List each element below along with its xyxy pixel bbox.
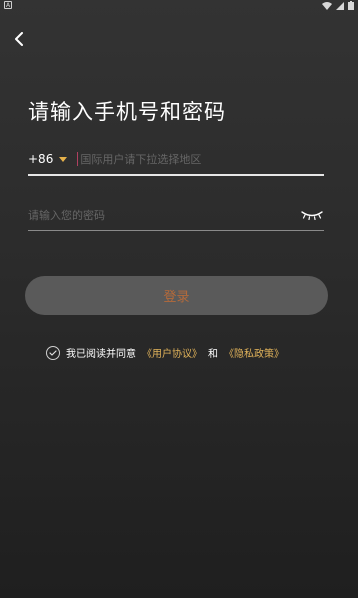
login-button[interactable]: 登录 <box>25 276 328 315</box>
page-title: 请输入手机号和密码 <box>28 100 226 124</box>
checkmark-icon <box>49 349 57 356</box>
caret-down-icon <box>59 156 68 162</box>
privacy-policy-link[interactable]: 《隐私政策》 <box>224 345 284 360</box>
battery-icon <box>348 1 354 10</box>
status-icons <box>322 1 354 10</box>
agreement-checkbox[interactable] <box>46 345 60 360</box>
country-code-selector[interactable]: +86 <box>28 152 77 166</box>
chevron-left-icon <box>15 32 23 46</box>
agreement-conjunction: 和 <box>208 349 218 360</box>
status-notification-badge: A <box>4 1 12 9</box>
back-button[interactable] <box>8 28 30 50</box>
status-bar: A <box>0 0 358 12</box>
agreement-row: 我已阅读并同意 《用户协议》 和 《隐私政策》 <box>46 345 284 360</box>
eye-closed-icon <box>301 211 323 220</box>
agreement-prefix: 我已阅读并同意 <box>66 349 136 360</box>
password-input[interactable] <box>28 208 300 222</box>
password-field-row <box>28 200 324 231</box>
user-agreement-link[interactable]: 《用户协议》 <box>142 345 202 360</box>
signal-icon <box>336 1 344 10</box>
phone-input[interactable] <box>80 152 324 166</box>
password-visibility-toggle[interactable] <box>300 206 324 224</box>
phone-field-row: +86 <box>28 144 324 176</box>
text-cursor <box>77 152 79 166</box>
country-code-label: +86 <box>28 152 54 166</box>
wifi-icon <box>322 1 332 10</box>
